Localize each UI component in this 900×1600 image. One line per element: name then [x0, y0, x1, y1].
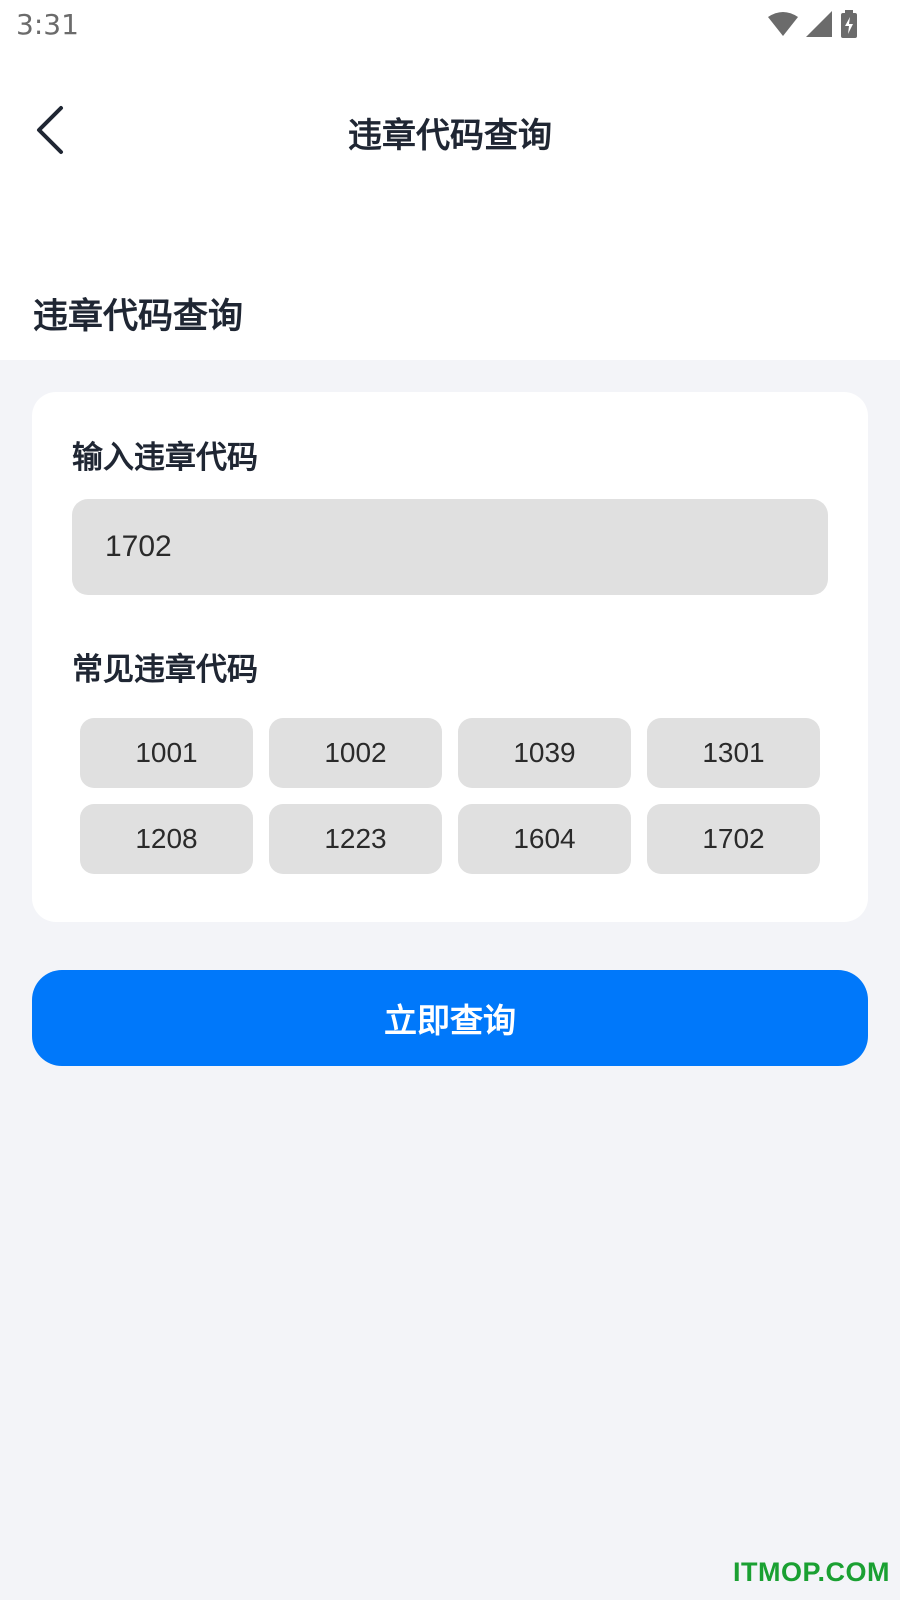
code-chip[interactable]: 1002 — [269, 718, 442, 788]
code-chip[interactable]: 1301 — [647, 718, 820, 788]
common-codes-label: 常见违章代码 — [72, 652, 258, 688]
app-screen: 3:31 违章代码查询 违章代码查询 输入违章代码 1702 常见违章代码 10… — [0, 0, 900, 1600]
section-title: 违章代码查询 — [33, 297, 244, 337]
query-card: 输入违章代码 常见违章代码 1001 1002 1039 1301 1208 1… — [32, 392, 868, 922]
code-chip[interactable]: 1604 — [458, 804, 631, 874]
code-chip[interactable]: 1702 — [647, 804, 820, 874]
status-bar: 3:31 — [0, 0, 900, 50]
watermark: ITMOP.COM — [732, 1557, 890, 1587]
code-chip[interactable]: 1208 — [80, 804, 253, 874]
code-chip[interactable]: 1001 — [80, 718, 253, 788]
code-chip[interactable]: 1039 — [458, 718, 631, 788]
wifi-icon — [768, 11, 798, 41]
status-icons — [768, 10, 858, 42]
status-time: 3:31 — [16, 8, 79, 41]
common-codes-grid: 1001 1002 1039 1301 1208 1223 1604 1702 — [80, 718, 822, 874]
input-label: 输入违章代码 — [72, 440, 258, 476]
query-now-button[interactable]: 立即查询 — [32, 970, 868, 1066]
cell-signal-icon — [806, 11, 832, 41]
nav-bar: 违章代码查询 — [0, 90, 900, 174]
page-title: 违章代码查询 — [348, 116, 552, 156]
code-chip[interactable]: 1223 — [269, 804, 442, 874]
battery-charging-icon — [840, 10, 858, 42]
violation-code-input[interactable] — [72, 499, 828, 595]
